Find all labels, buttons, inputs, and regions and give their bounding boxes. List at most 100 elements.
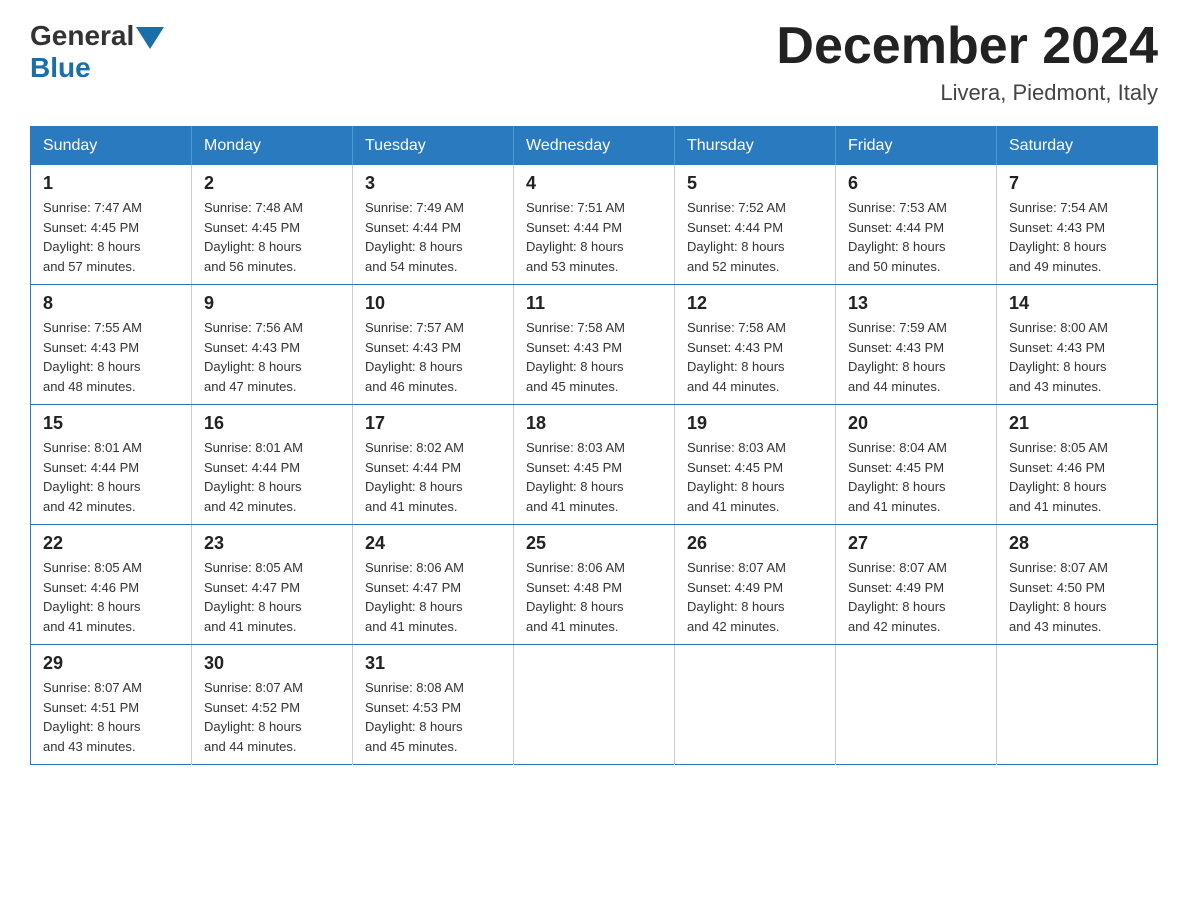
day-info: Sunrise: 7:47 AM Sunset: 4:45 PM Dayligh… xyxy=(43,198,179,276)
day-number: 8 xyxy=(43,293,179,314)
day-cell-7: 7 Sunrise: 7:54 AM Sunset: 4:43 PM Dayli… xyxy=(997,165,1158,285)
day-number: 15 xyxy=(43,413,179,434)
logo-blue-text: Blue xyxy=(30,52,91,84)
day-cell-8: 8 Sunrise: 7:55 AM Sunset: 4:43 PM Dayli… xyxy=(31,285,192,405)
logo: General Blue xyxy=(30,20,166,84)
day-info: Sunrise: 8:06 AM Sunset: 4:47 PM Dayligh… xyxy=(365,558,501,636)
day-cell-22: 22 Sunrise: 8:05 AM Sunset: 4:46 PM Dayl… xyxy=(31,525,192,645)
day-cell-19: 19 Sunrise: 8:03 AM Sunset: 4:45 PM Dayl… xyxy=(675,405,836,525)
day-cell-10: 10 Sunrise: 7:57 AM Sunset: 4:43 PM Dayl… xyxy=(353,285,514,405)
week-row-2: 8 Sunrise: 7:55 AM Sunset: 4:43 PM Dayli… xyxy=(31,285,1158,405)
day-number: 7 xyxy=(1009,173,1145,194)
day-cell-15: 15 Sunrise: 8:01 AM Sunset: 4:44 PM Dayl… xyxy=(31,405,192,525)
empty-cell-w4-c6 xyxy=(997,645,1158,765)
day-info: Sunrise: 7:58 AM Sunset: 4:43 PM Dayligh… xyxy=(526,318,662,396)
day-number: 24 xyxy=(365,533,501,554)
day-number: 28 xyxy=(1009,533,1145,554)
day-number: 14 xyxy=(1009,293,1145,314)
day-cell-17: 17 Sunrise: 8:02 AM Sunset: 4:44 PM Dayl… xyxy=(353,405,514,525)
header-tuesday: Tuesday xyxy=(353,127,514,166)
week-row-1: 1 Sunrise: 7:47 AM Sunset: 4:45 PM Dayli… xyxy=(31,165,1158,285)
day-cell-21: 21 Sunrise: 8:05 AM Sunset: 4:46 PM Dayl… xyxy=(997,405,1158,525)
day-info: Sunrise: 8:08 AM Sunset: 4:53 PM Dayligh… xyxy=(365,678,501,756)
day-number: 23 xyxy=(204,533,340,554)
day-info: Sunrise: 8:03 AM Sunset: 4:45 PM Dayligh… xyxy=(526,438,662,516)
logo-general-text: General xyxy=(30,20,134,52)
day-cell-20: 20 Sunrise: 8:04 AM Sunset: 4:45 PM Dayl… xyxy=(836,405,997,525)
day-number: 10 xyxy=(365,293,501,314)
day-info: Sunrise: 8:04 AM Sunset: 4:45 PM Dayligh… xyxy=(848,438,984,516)
day-number: 26 xyxy=(687,533,823,554)
day-number: 30 xyxy=(204,653,340,674)
day-info: Sunrise: 8:01 AM Sunset: 4:44 PM Dayligh… xyxy=(43,438,179,516)
day-cell-13: 13 Sunrise: 7:59 AM Sunset: 4:43 PM Dayl… xyxy=(836,285,997,405)
day-info: Sunrise: 7:53 AM Sunset: 4:44 PM Dayligh… xyxy=(848,198,984,276)
day-cell-11: 11 Sunrise: 7:58 AM Sunset: 4:43 PM Dayl… xyxy=(514,285,675,405)
calendar-table: Sunday Monday Tuesday Wednesday Thursday… xyxy=(30,126,1158,765)
day-number: 4 xyxy=(526,173,662,194)
week-row-4: 22 Sunrise: 8:05 AM Sunset: 4:46 PM Dayl… xyxy=(31,525,1158,645)
day-cell-30: 30 Sunrise: 8:07 AM Sunset: 4:52 PM Dayl… xyxy=(192,645,353,765)
day-cell-2: 2 Sunrise: 7:48 AM Sunset: 4:45 PM Dayli… xyxy=(192,165,353,285)
day-cell-27: 27 Sunrise: 8:07 AM Sunset: 4:49 PM Dayl… xyxy=(836,525,997,645)
day-info: Sunrise: 8:07 AM Sunset: 4:52 PM Dayligh… xyxy=(204,678,340,756)
day-number: 6 xyxy=(848,173,984,194)
day-number: 22 xyxy=(43,533,179,554)
day-info: Sunrise: 7:56 AM Sunset: 4:43 PM Dayligh… xyxy=(204,318,340,396)
day-cell-24: 24 Sunrise: 8:06 AM Sunset: 4:47 PM Dayl… xyxy=(353,525,514,645)
empty-cell-w4-c5 xyxy=(836,645,997,765)
day-cell-31: 31 Sunrise: 8:08 AM Sunset: 4:53 PM Dayl… xyxy=(353,645,514,765)
header-wednesday: Wednesday xyxy=(514,127,675,166)
day-info: Sunrise: 8:05 AM Sunset: 4:47 PM Dayligh… xyxy=(204,558,340,636)
location-text: Livera, Piedmont, Italy xyxy=(776,80,1158,106)
empty-cell-w4-c3 xyxy=(514,645,675,765)
day-info: Sunrise: 7:54 AM Sunset: 4:43 PM Dayligh… xyxy=(1009,198,1145,276)
day-number: 17 xyxy=(365,413,501,434)
day-cell-18: 18 Sunrise: 8:03 AM Sunset: 4:45 PM Dayl… xyxy=(514,405,675,525)
day-info: Sunrise: 8:07 AM Sunset: 4:49 PM Dayligh… xyxy=(848,558,984,636)
weekday-header-row: Sunday Monday Tuesday Wednesday Thursday… xyxy=(31,127,1158,166)
day-cell-16: 16 Sunrise: 8:01 AM Sunset: 4:44 PM Dayl… xyxy=(192,405,353,525)
day-number: 27 xyxy=(848,533,984,554)
day-info: Sunrise: 7:49 AM Sunset: 4:44 PM Dayligh… xyxy=(365,198,501,276)
day-cell-14: 14 Sunrise: 8:00 AM Sunset: 4:43 PM Dayl… xyxy=(997,285,1158,405)
day-cell-5: 5 Sunrise: 7:52 AM Sunset: 4:44 PM Dayli… xyxy=(675,165,836,285)
title-section: December 2024 Livera, Piedmont, Italy xyxy=(776,20,1158,106)
day-info: Sunrise: 7:52 AM Sunset: 4:44 PM Dayligh… xyxy=(687,198,823,276)
day-cell-9: 9 Sunrise: 7:56 AM Sunset: 4:43 PM Dayli… xyxy=(192,285,353,405)
day-number: 21 xyxy=(1009,413,1145,434)
day-info: Sunrise: 7:57 AM Sunset: 4:43 PM Dayligh… xyxy=(365,318,501,396)
day-cell-3: 3 Sunrise: 7:49 AM Sunset: 4:44 PM Dayli… xyxy=(353,165,514,285)
day-number: 25 xyxy=(526,533,662,554)
empty-cell-w4-c4 xyxy=(675,645,836,765)
day-cell-23: 23 Sunrise: 8:05 AM Sunset: 4:47 PM Dayl… xyxy=(192,525,353,645)
header-friday: Friday xyxy=(836,127,997,166)
header-monday: Monday xyxy=(192,127,353,166)
day-cell-28: 28 Sunrise: 8:07 AM Sunset: 4:50 PM Dayl… xyxy=(997,525,1158,645)
day-number: 2 xyxy=(204,173,340,194)
day-info: Sunrise: 8:05 AM Sunset: 4:46 PM Dayligh… xyxy=(43,558,179,636)
day-info: Sunrise: 8:01 AM Sunset: 4:44 PM Dayligh… xyxy=(204,438,340,516)
day-number: 3 xyxy=(365,173,501,194)
week-row-3: 15 Sunrise: 8:01 AM Sunset: 4:44 PM Dayl… xyxy=(31,405,1158,525)
day-info: Sunrise: 7:48 AM Sunset: 4:45 PM Dayligh… xyxy=(204,198,340,276)
month-title: December 2024 xyxy=(776,20,1158,72)
day-number: 13 xyxy=(848,293,984,314)
day-cell-26: 26 Sunrise: 8:07 AM Sunset: 4:49 PM Dayl… xyxy=(675,525,836,645)
day-cell-29: 29 Sunrise: 8:07 AM Sunset: 4:51 PM Dayl… xyxy=(31,645,192,765)
day-number: 31 xyxy=(365,653,501,674)
logo-triangle-icon xyxy=(136,27,164,49)
day-info: Sunrise: 8:03 AM Sunset: 4:45 PM Dayligh… xyxy=(687,438,823,516)
day-cell-12: 12 Sunrise: 7:58 AM Sunset: 4:43 PM Dayl… xyxy=(675,285,836,405)
day-number: 9 xyxy=(204,293,340,314)
day-info: Sunrise: 8:07 AM Sunset: 4:51 PM Dayligh… xyxy=(43,678,179,756)
day-info: Sunrise: 8:00 AM Sunset: 4:43 PM Dayligh… xyxy=(1009,318,1145,396)
day-cell-25: 25 Sunrise: 8:06 AM Sunset: 4:48 PM Dayl… xyxy=(514,525,675,645)
day-cell-4: 4 Sunrise: 7:51 AM Sunset: 4:44 PM Dayli… xyxy=(514,165,675,285)
day-number: 16 xyxy=(204,413,340,434)
header-thursday: Thursday xyxy=(675,127,836,166)
day-info: Sunrise: 7:51 AM Sunset: 4:44 PM Dayligh… xyxy=(526,198,662,276)
day-number: 11 xyxy=(526,293,662,314)
day-number: 1 xyxy=(43,173,179,194)
day-info: Sunrise: 8:06 AM Sunset: 4:48 PM Dayligh… xyxy=(526,558,662,636)
